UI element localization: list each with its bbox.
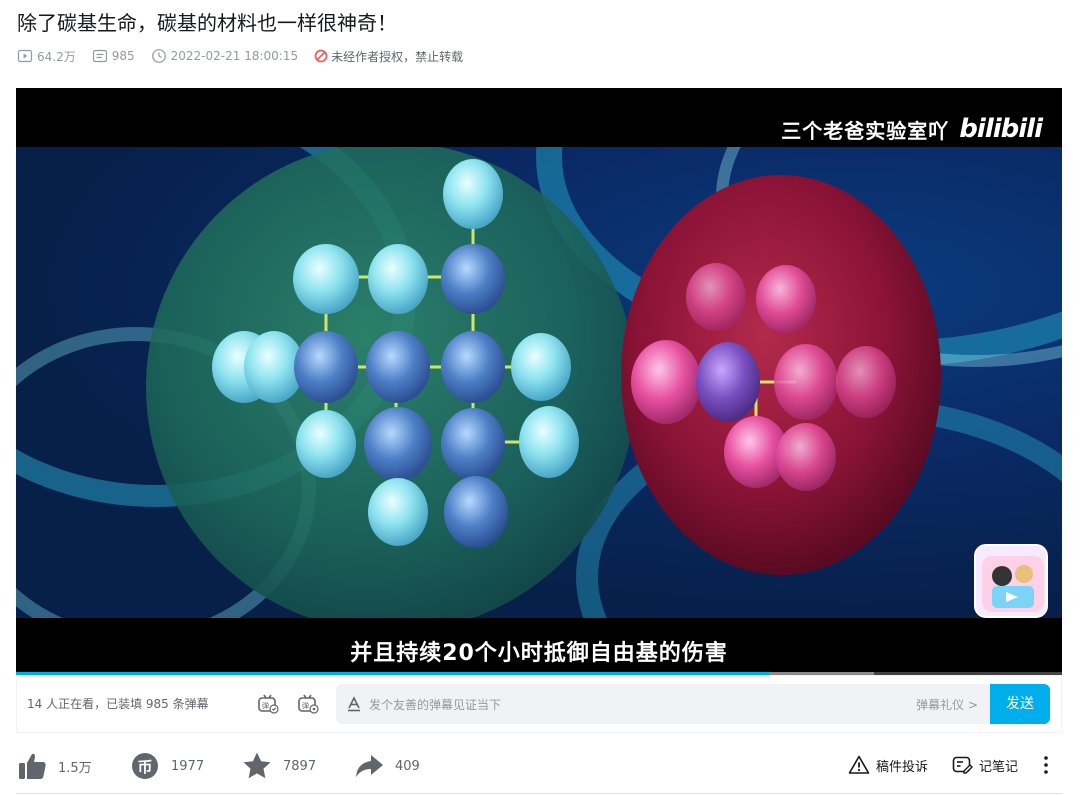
- video-meta: 64.2万 985 2022-02-21 18:00:15 未经作者授权，禁止转…: [17, 47, 479, 65]
- report-label: 稿件投诉: [876, 759, 929, 775]
- danmaku-bar: 14 人正在看，已装填 985 条弹幕 弹 弹 发个友善的弹幕见证当下 弹幕礼仪…: [16, 675, 1062, 733]
- danmaku-toggle-icon[interactable]: 弹: [256, 692, 280, 716]
- warning-icon: [848, 755, 870, 774]
- danmaku-count: 985: [111, 49, 135, 63]
- video-letterbox-bottom: 并且持续20个小时抵御自由基的伤害: [16, 618, 1062, 675]
- favorite-button[interactable]: 7897: [241, 748, 316, 784]
- send-danmaku-button[interactable]: 发送: [990, 684, 1050, 724]
- danmaku-settings-icon[interactable]: 弹: [296, 692, 320, 716]
- notes-label: 记笔记: [979, 759, 1019, 775]
- text-style-icon[interactable]: [346, 696, 362, 712]
- like-button[interactable]: 1.5万: [16, 748, 92, 784]
- clock-icon: [151, 49, 166, 63]
- thumbs-up-icon: [19, 753, 46, 779]
- copyright-text: 未经作者授权，禁止转载: [331, 49, 464, 64]
- svg-text:弹: 弹: [262, 701, 269, 710]
- video-letterbox-top: 三个老爸实验室吖 bilibili: [16, 88, 1062, 147]
- viewer-count-text: 14 人正在看，已装填 985 条弹幕: [27, 697, 209, 711]
- watermark-channel: 三个老爸实验室吖: [781, 118, 950, 143]
- svg-text:币: 币: [137, 758, 152, 776]
- notes-button[interactable]: 记笔记: [951, 754, 1018, 776]
- views-count: 64.2万: [37, 49, 76, 64]
- danmaku-input-placeholder: 发个友善的弹幕见证当下: [369, 698, 502, 712]
- favorite-count: 7897: [283, 758, 317, 774]
- report-button[interactable]: 稿件投诉: [848, 754, 928, 776]
- share-button[interactable]: 409: [353, 748, 420, 784]
- svg-text:弹: 弹: [302, 701, 309, 710]
- watermark: 三个老爸实验室吖 bilibili: [781, 114, 1043, 144]
- video-title: 除了碳基生命，碳基的材料也一样很神奇！: [17, 11, 397, 35]
- danmaku-input[interactable]: 发个友善的弹幕见证当下 弹幕礼仪 >: [336, 684, 990, 724]
- video-frame: [16, 147, 1062, 618]
- forbidden-icon: [314, 49, 328, 63]
- coin-button[interactable]: 币 1977: [129, 748, 204, 784]
- danmaku-stat: 985: [92, 48, 135, 64]
- publish-time: 2022-02-21 18:00:15: [151, 48, 298, 64]
- coin-count: 1977: [171, 758, 205, 774]
- publish-time-text: 2022-02-21 18:00:15: [170, 49, 299, 63]
- danmaku-etiquette-link[interactable]: 弹幕礼仪 >: [916, 696, 978, 713]
- video-player[interactable]: 三个老爸实验室吖 bilibili 并且持续20个小时抵御自由基的伤害: [16, 88, 1062, 675]
- molecule-illustration: [146, 147, 941, 618]
- share-count: 409: [395, 758, 420, 774]
- note-edit-icon: [952, 756, 973, 774]
- like-count: 1.5万: [58, 760, 92, 776]
- more-options-icon[interactable]: [1036, 754, 1056, 780]
- section-divider: [16, 793, 1062, 794]
- views-stat: 64.2万: [17, 48, 76, 65]
- play-count-icon: [17, 49, 33, 63]
- bilibili-logo: bilibili: [959, 114, 1043, 144]
- coin-icon: 币: [132, 753, 158, 779]
- copyright-notice: 未经作者授权，禁止转载: [314, 48, 463, 65]
- danmaku-count-icon: [92, 49, 107, 63]
- share-arrow-icon: [356, 755, 383, 777]
- sticker-icon[interactable]: [974, 544, 1048, 618]
- star-icon: [243, 752, 271, 779]
- action-toolbar: 1.5万 币 1977 7897 409 稿件投诉 记笔记: [16, 748, 1062, 784]
- video-subtitle: 并且持续20个小时抵御自由基的伤害: [350, 641, 728, 666]
